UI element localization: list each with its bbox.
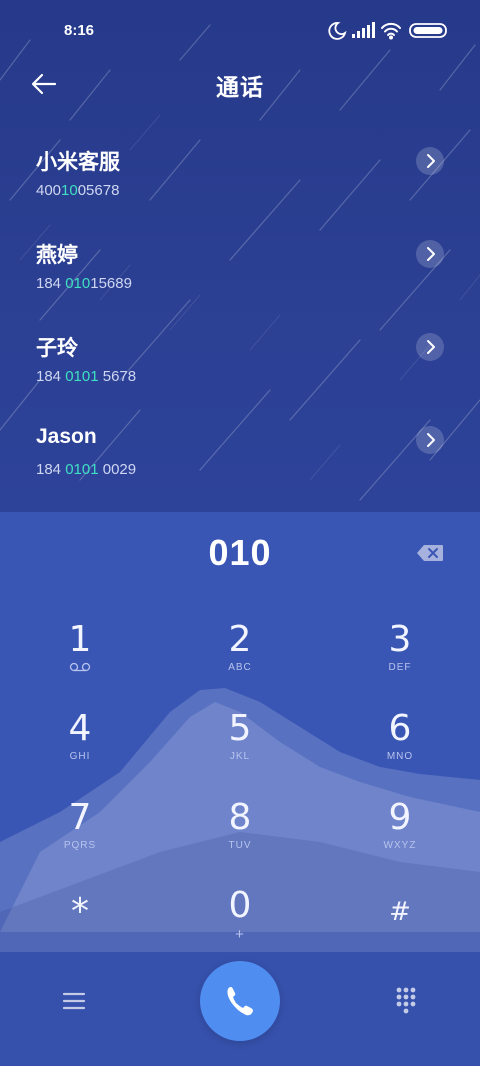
key-digit: 6 xyxy=(388,708,412,749)
contact-name: Jason xyxy=(36,425,97,448)
contact-item-1[interactable]: 燕婷 184 01015689 xyxy=(0,239,480,319)
status-icons xyxy=(326,20,452,40)
key-digit: 0 xyxy=(228,885,252,926)
key-star[interactable]: * xyxy=(20,892,140,972)
menu-icon xyxy=(62,992,86,1010)
key-1[interactable]: 1 xyxy=(20,620,140,700)
call-button[interactable] xyxy=(200,961,280,1041)
contact-detail-button[interactable] xyxy=(416,333,444,361)
backspace-button[interactable] xyxy=(416,544,444,562)
contact-name: 子玲 xyxy=(36,337,78,360)
status-bar: 8:16 xyxy=(0,0,480,60)
key-digit: 3 xyxy=(388,619,412,660)
number-prefix: 184 xyxy=(36,461,66,478)
contact-detail-button[interactable] xyxy=(416,426,444,454)
number-prefix: 184 xyxy=(36,368,66,385)
key-letters: TUV xyxy=(228,840,252,851)
key-letters: GHI xyxy=(69,751,91,762)
chevron-right-icon xyxy=(427,247,435,261)
key-digit: * xyxy=(71,891,89,932)
key-digit: 7 xyxy=(68,797,92,838)
battery-icon xyxy=(409,23,447,38)
chevron-right-icon xyxy=(427,340,435,354)
key-digit: 5 xyxy=(228,708,252,749)
contact-number: 184 01015689 xyxy=(36,275,132,292)
key-7[interactable]: 7 PQRS xyxy=(20,798,140,878)
chevron-right-icon xyxy=(427,433,435,447)
contact-number: 4001005678 xyxy=(36,182,119,199)
number-match: 10 xyxy=(61,182,78,199)
status-time: 8:16 xyxy=(64,22,95,39)
wifi-icon xyxy=(381,22,401,40)
contact-detail-button[interactable] xyxy=(416,147,444,175)
dialpad-icon xyxy=(396,987,416,1014)
key-6[interactable]: 6 MNO xyxy=(340,709,460,789)
number-suffix: 05678 xyxy=(77,182,120,199)
voicemail-icon xyxy=(20,662,140,676)
chevron-right-icon xyxy=(427,154,435,168)
key-9[interactable]: 9 WXYZ xyxy=(340,798,460,878)
key-letters: PQRS xyxy=(63,840,97,851)
key-letters: ABC xyxy=(228,662,252,673)
contact-name: 小米客服 xyxy=(36,151,120,174)
key-digit: 8 xyxy=(228,797,252,838)
contact-results-panel: 8:16 通话 小米客服 4001005678 燕婷 184 01015689 … xyxy=(0,0,480,512)
contact-item-3[interactable]: Jason 184 0101 0029 xyxy=(0,425,480,505)
number-match: 010 xyxy=(65,275,91,292)
key-letters: + xyxy=(235,926,245,943)
key-5[interactable]: 5 JKL xyxy=(180,709,300,789)
key-4[interactable]: 4 GHI xyxy=(20,709,140,789)
contact-item-2[interactable]: 子玲 184 0101 5678 xyxy=(0,332,480,412)
contact-detail-button[interactable] xyxy=(416,240,444,268)
backspace-icon xyxy=(417,545,443,561)
phone-icon xyxy=(227,987,253,1016)
key-letters: MNO xyxy=(386,751,414,762)
signal-icon xyxy=(352,22,375,38)
key-8[interactable]: 8 TUV xyxy=(180,798,300,878)
number-suffix: 5678 xyxy=(98,368,137,385)
key-letters: WXYZ xyxy=(383,840,417,851)
dialed-number-display[interactable]: 010 xyxy=(0,532,480,574)
title-bar: 通话 xyxy=(0,60,480,106)
key-hash[interactable]: # xyxy=(340,892,460,972)
menu-button[interactable] xyxy=(58,986,90,1016)
key-3[interactable]: 3 DEF xyxy=(340,620,460,700)
dialpad-toggle-button[interactable] xyxy=(390,984,422,1016)
number-prefix: 184 xyxy=(36,275,66,292)
key-0[interactable]: 0 + xyxy=(180,886,300,966)
number-prefix: 400 xyxy=(36,182,62,199)
number-suffix: 15689 xyxy=(90,275,132,292)
key-digit: 2 xyxy=(228,619,252,660)
contact-item-0[interactable]: 小米客服 4001005678 xyxy=(0,146,480,226)
dialer-panel: 010 1 2 ABC 3 DEF 4 GHI 5 JKL 6 MNO 7 PQ… xyxy=(0,512,480,1066)
key-digit: 4 xyxy=(68,708,92,749)
key-digit: # xyxy=(389,897,411,927)
number-match: 0101 xyxy=(65,461,99,478)
moon-icon xyxy=(328,22,347,40)
contact-number: 184 0101 5678 xyxy=(36,368,136,385)
key-digit: 9 xyxy=(388,797,412,838)
key-2[interactable]: 2 ABC xyxy=(180,620,300,700)
contact-number: 184 0101 0029 xyxy=(36,461,136,478)
page-title: 通话 xyxy=(216,74,264,100)
number-match: 0101 xyxy=(65,368,99,385)
contact-name: 燕婷 xyxy=(36,244,78,267)
key-digit: 1 xyxy=(68,619,92,660)
number-suffix: 0029 xyxy=(98,461,137,478)
key-letters: JKL xyxy=(229,751,251,762)
key-letters: DEF xyxy=(388,662,412,673)
